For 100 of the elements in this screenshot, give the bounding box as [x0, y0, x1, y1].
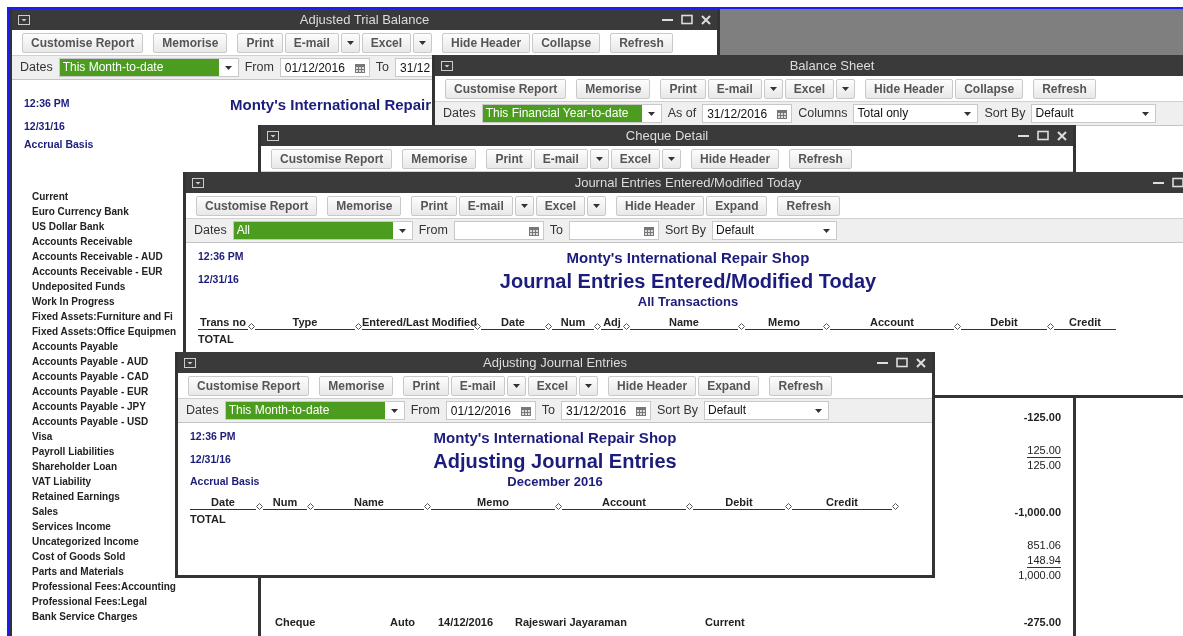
toolbar-button[interactable]: Excel — [527, 376, 578, 396]
dropdown-arrow-button[interactable] — [514, 196, 534, 216]
toolbar-button[interactable]: Excel — [361, 33, 412, 53]
toolbar-button[interactable]: Excel — [784, 79, 835, 99]
toolbar-button[interactable]: E-mail — [450, 376, 505, 396]
toolbar-button[interactable]: E-mail — [707, 79, 762, 99]
date-field[interactable]: 01/12/2016 — [279, 58, 370, 77]
date-field[interactable]: 31/12/2016 — [561, 401, 652, 420]
maximize-icon[interactable] — [896, 357, 908, 368]
date-field[interactable]: 31/12/2016 — [702, 104, 793, 123]
dropdown-arrow-button[interactable] — [589, 149, 609, 169]
close-icon[interactable] — [701, 14, 711, 25]
column-header[interactable]: Account — [562, 495, 686, 510]
toolbar-button[interactable]: Print — [237, 33, 283, 53]
column-header[interactable]: Adj — [601, 315, 623, 330]
dropdown[interactable]: This Month-to-date — [58, 58, 239, 77]
toolbar-button[interactable]: Excel — [610, 149, 661, 169]
sort-marker-icon[interactable] — [248, 323, 255, 330]
date-field[interactable] — [569, 221, 660, 240]
toolbar-button[interactable]: Excel — [535, 196, 586, 216]
toolbar-button[interactable]: Hide Header — [442, 33, 531, 53]
column-header[interactable]: Num — [552, 315, 594, 330]
toolbar-button[interactable]: Print — [403, 376, 449, 396]
toolbar-button[interactable]: Print — [486, 149, 532, 169]
sort-marker-icon[interactable] — [555, 503, 562, 510]
sort-marker-icon[interactable] — [545, 323, 552, 330]
sort-marker-icon[interactable] — [686, 503, 693, 510]
column-header[interactable]: Debit — [961, 315, 1047, 330]
dropdown-arrow-button[interactable] — [413, 33, 433, 53]
toolbar-button[interactable]: Customise Report — [22, 33, 144, 53]
date-field[interactable]: 31/12 — [395, 58, 434, 77]
sort-marker-icon[interactable] — [738, 323, 745, 330]
toolbar-button[interactable]: Hide Header — [691, 149, 780, 169]
column-header[interactable]: Memo — [745, 315, 823, 330]
window-menu-icon[interactable] — [441, 60, 453, 71]
window-menu-icon[interactable] — [192, 177, 204, 188]
toolbar-button[interactable]: Refresh — [610, 33, 673, 53]
toolbar-button[interactable]: Refresh — [777, 196, 841, 216]
column-header[interactable]: Debit — [693, 495, 785, 510]
close-icon[interactable] — [916, 357, 926, 368]
maximize-icon[interactable] — [681, 14, 693, 25]
toolbar-button[interactable]: Collapse — [955, 79, 1024, 99]
toolbar-button[interactable]: Customise Report — [271, 149, 393, 169]
toolbar-button[interactable]: Hide Header — [616, 196, 705, 216]
column-header[interactable]: Type — [255, 315, 355, 330]
toolbar-button[interactable]: Print — [411, 196, 457, 216]
toolbar-button[interactable]: E-mail — [284, 33, 339, 53]
column-header[interactable]: Name — [314, 495, 424, 510]
toolbar-button[interactable]: Expand — [706, 196, 768, 216]
toolbar-button[interactable]: Print — [660, 79, 706, 99]
dropdown-arrow-button[interactable] — [763, 79, 783, 99]
dropdown-arrow-button[interactable] — [587, 196, 607, 216]
sort-marker-icon[interactable] — [355, 323, 362, 330]
window-menu-icon[interactable] — [184, 357, 196, 368]
maximize-icon[interactable] — [1172, 177, 1183, 188]
dropdown[interactable]: Total only — [853, 104, 979, 123]
sort-marker-icon[interactable] — [623, 323, 630, 330]
toolbar-button[interactable]: Memorise — [319, 376, 394, 396]
date-field[interactable] — [453, 221, 544, 240]
dropdown[interactable]: This Month-to-date — [224, 401, 405, 420]
column-header[interactable]: Trans no — [198, 315, 248, 330]
toolbar-button[interactable]: Refresh — [789, 149, 852, 169]
date-field[interactable]: 01/12/2016 — [445, 401, 536, 420]
sort-marker-icon[interactable] — [823, 323, 830, 330]
toolbar-button[interactable]: Refresh — [1033, 79, 1096, 99]
toolbar-button[interactable]: Memorise — [576, 79, 651, 99]
column-header[interactable]: Date — [481, 315, 545, 330]
window-menu-icon[interactable] — [267, 130, 279, 141]
sort-marker-icon[interactable] — [307, 503, 314, 510]
maximize-icon[interactable] — [1037, 130, 1049, 141]
sort-marker-icon[interactable] — [424, 503, 431, 510]
toolbar-button[interactable]: Memorise — [327, 196, 402, 216]
toolbar-button[interactable]: Customise Report — [445, 79, 567, 99]
toolbar-button[interactable]: Customise Report — [196, 196, 318, 216]
column-header[interactable]: Memo — [431, 495, 555, 510]
toolbar-button[interactable]: E-mail — [458, 196, 513, 216]
window-menu-icon[interactable] — [18, 14, 30, 25]
column-header[interactable]: Credit — [792, 495, 892, 510]
dropdown-arrow-button[interactable] — [506, 376, 526, 396]
sort-marker-icon[interactable] — [1047, 323, 1054, 330]
column-header[interactable]: Account — [830, 315, 954, 330]
toolbar-button[interactable]: Customise Report — [188, 376, 310, 396]
sort-marker-icon[interactable] — [594, 323, 601, 330]
toolbar-button[interactable]: Refresh — [769, 376, 833, 396]
column-header[interactable]: Num — [263, 495, 307, 510]
dropdown[interactable]: All — [232, 221, 413, 240]
column-header[interactable]: Credit — [1054, 315, 1116, 330]
toolbar-button[interactable]: Hide Header — [608, 376, 697, 396]
dropdown-arrow-button[interactable] — [836, 79, 856, 99]
column-header[interactable]: Date — [190, 495, 256, 510]
dropdown[interactable]: This Financial Year-to-date — [481, 104, 662, 123]
sort-marker-icon[interactable] — [785, 503, 792, 510]
sort-marker-icon[interactable] — [954, 323, 961, 330]
toolbar-button[interactable]: E-mail — [533, 149, 588, 169]
column-header[interactable]: Name — [630, 315, 738, 330]
dropdown[interactable]: Default — [704, 401, 830, 420]
dropdown-arrow-button[interactable] — [662, 149, 682, 169]
sort-marker-icon[interactable] — [892, 503, 899, 510]
toolbar-button[interactable]: Memorise — [402, 149, 477, 169]
dropdown-arrow-button[interactable] — [579, 376, 599, 396]
